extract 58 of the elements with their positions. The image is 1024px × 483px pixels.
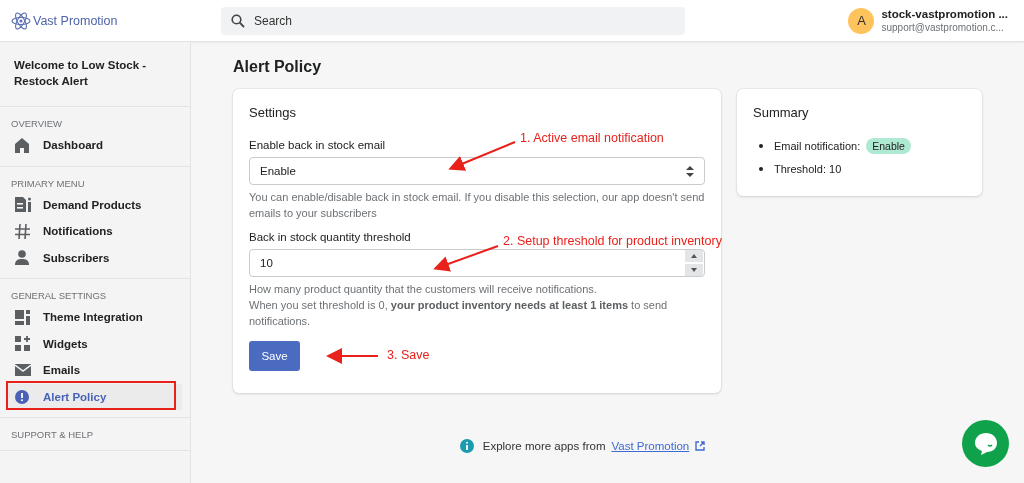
section-heading: GENERAL SETTINGS [10,289,108,303]
sidebar-welcome-title: Welcome to Low Stock - Restock Alert [0,42,190,107]
vendor-link[interactable]: Vast Promotion [611,440,690,452]
chat-icon [973,431,998,456]
section-heading: OVERVIEW [10,117,64,131]
annotation-arrow [448,141,516,171]
widgets-icon [15,336,30,352]
sidebar-item[interactable]: Alert Policy [7,383,182,410]
user-email: support@vastpromotion.c... [881,20,1005,34]
select-caret-icon [686,165,694,177]
info-icon [459,439,474,453]
section-heading: SUPPORT & HELP [10,428,94,442]
field-label: Back in stock quantity threshold [249,231,411,243]
hash-icon [15,223,30,239]
status-badge: Enable [866,137,911,154]
annotation-text: 2. Setup threshold for product inventory [503,234,722,248]
annotation-arrow [433,245,499,272]
search-icon [231,13,245,28]
search-field[interactable]: Search [221,6,685,35]
number-field[interactable]: 10 [249,249,705,277]
save-button[interactable]: Save [249,341,300,371]
annotation-text: 1. Active email notification [520,131,664,145]
help-text: You can enable/disable back in stock email. If you disable this selection, our app doesn't send emails to your subscribers [249,190,705,221]
spinner-icon[interactable] [685,250,703,276]
logo-text[interactable]: Vast Promotion [33,13,118,28]
summary-text: Email notification: [774,139,861,152]
user-name: stock-vastpromotion ... [881,7,1008,21]
person-icon [15,250,29,266]
field-label: Enable back in stock email [249,139,386,151]
sidebar-item[interactable]: Dashboard [7,132,182,159]
layout-icon [15,309,30,325]
bullet-icon [759,166,763,171]
alert-icon [15,389,29,404]
mail-icon [15,364,31,377]
page-title: Alert Policy [233,58,323,76]
external-link-icon [695,441,706,451]
select-field[interactable]: Enable [249,157,705,185]
sidebar-item[interactable]: Demand Products [7,191,182,218]
sidebar-item[interactable]: Notifications [7,218,182,245]
home-icon [15,137,29,153]
card-title: Settings [249,105,297,120]
bullet-icon [759,143,763,148]
sidebar-item[interactable]: Emails [7,357,182,384]
sidebar-item[interactable]: Subscribers [7,244,182,271]
help-text: When you set threshold is 0, your product inventory needs at least 1 items to send notifications. [249,298,669,329]
annotation-arrow [326,348,379,364]
annotation-text: 3. Save [387,348,430,362]
card-title: Summary [753,105,810,120]
atom-icon [11,11,31,30]
chat-button[interactable] [962,420,1009,467]
sidebar-item[interactable]: Theme Integration [7,304,182,331]
help-text: How many product quantity that the customers will receive notifications. [249,282,598,297]
document-icon [15,197,32,213]
section-heading: PRIMARY MENU [10,176,86,191]
summary-text: Threshold: 10 [774,162,842,175]
user-avatar[interactable]: A [848,7,875,34]
sidebar-item[interactable]: Widgets [7,330,182,357]
footer-text: Explore more apps from [482,440,606,452]
